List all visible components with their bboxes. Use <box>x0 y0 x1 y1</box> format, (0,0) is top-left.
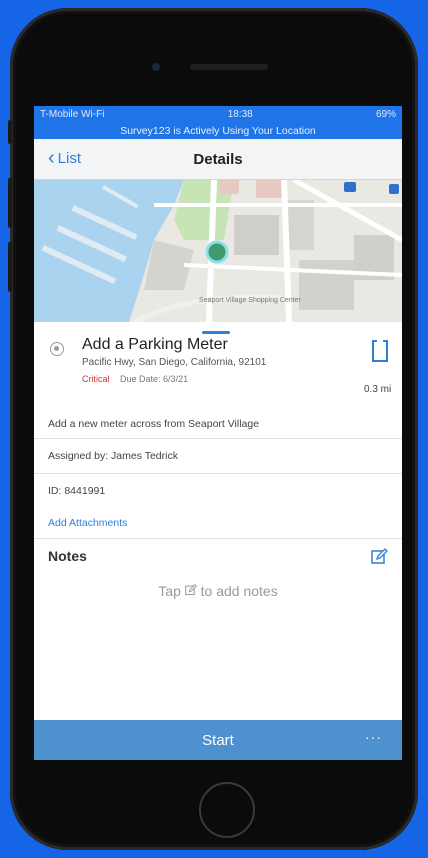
start-button[interactable]: Start <box>202 732 234 749</box>
map-label: Seaport Village Shopping Center <box>199 297 302 304</box>
clock: 18:38 <box>227 109 253 120</box>
start-bar: Start ··· <box>34 720 402 760</box>
assigned-text: Assigned by: James Tedrick <box>48 450 178 462</box>
notes-placeholder-suffix: to add notes <box>200 583 278 599</box>
page-title: Details <box>193 150 243 168</box>
location-banner-text: Survey123 is Actively Using Your Locatio… <box>120 125 316 137</box>
location-target-icon <box>50 342 64 356</box>
more-options-button[interactable]: ··· <box>365 729 382 745</box>
carrier-label: T-Mobile Wi-Fi <box>40 109 105 120</box>
distance-label: 0.3 mi <box>364 384 392 395</box>
notes-placeholder-prefix: Tap <box>158 583 181 599</box>
edit-notes-icon[interactable] <box>371 547 388 565</box>
directions-icon[interactable] <box>372 340 388 362</box>
add-attachments-link[interactable]: Add Attachments <box>48 517 127 529</box>
task-meta: Critical Due Date: 6/3/21 <box>82 374 188 384</box>
notes-placeholder[interactable]: Tap to add notes <box>34 583 402 599</box>
chevron-left-icon: ‹ <box>48 147 55 169</box>
app-screen: T-Mobile Wi-Fi 18:38 69% Survey123 is Ac… <box>34 106 402 760</box>
map-canvas: Seaport Village Shopping Center <box>34 180 402 322</box>
id-text: ID: 8441991 <box>48 485 106 497</box>
notes-header: Notes <box>34 538 402 573</box>
notes-title: Notes <box>48 548 87 564</box>
assigned-row: Assigned by: James Tedrick <box>34 438 402 473</box>
edit-note-inline-icon <box>184 584 197 596</box>
volume-up-button <box>8 178 12 228</box>
volume-down-button <box>8 242 12 292</box>
location-banner[interactable]: Survey123 is Actively Using Your Locatio… <box>34 123 402 139</box>
status-bar: T-Mobile Wi-Fi 18:38 69% <box>34 106 402 123</box>
front-camera <box>152 63 160 71</box>
back-button[interactable]: ‹ List <box>48 147 82 169</box>
id-row: ID: 8441991 <box>34 473 402 508</box>
description-text: Add a new meter across from Seaport Vill… <box>48 418 260 430</box>
priority-badge: Critical <box>82 374 110 384</box>
task-description: Add a new meter across from Seaport Vill… <box>34 410 402 438</box>
task-summary: Add a Parking Meter Pacific Hwy, San Die… <box>34 322 402 410</box>
due-date: Due Date: 6/3/21 <box>120 374 189 384</box>
drag-handle[interactable] <box>202 331 230 334</box>
home-button[interactable] <box>199 782 255 838</box>
map-view[interactable]: Seaport Village Shopping Center <box>34 180 402 322</box>
task-address: Pacific Hwy, San Diego, California, 9210… <box>82 357 267 368</box>
task-title: Add a Parking Meter <box>82 336 228 353</box>
nav-bar: ‹ List Details <box>34 139 402 180</box>
earpiece-speaker <box>190 64 268 70</box>
battery-label: 69% <box>375 109 396 120</box>
attachments-row: Add Attachments <box>34 508 402 538</box>
back-label: List <box>57 149 82 167</box>
mute-switch <box>8 120 12 144</box>
